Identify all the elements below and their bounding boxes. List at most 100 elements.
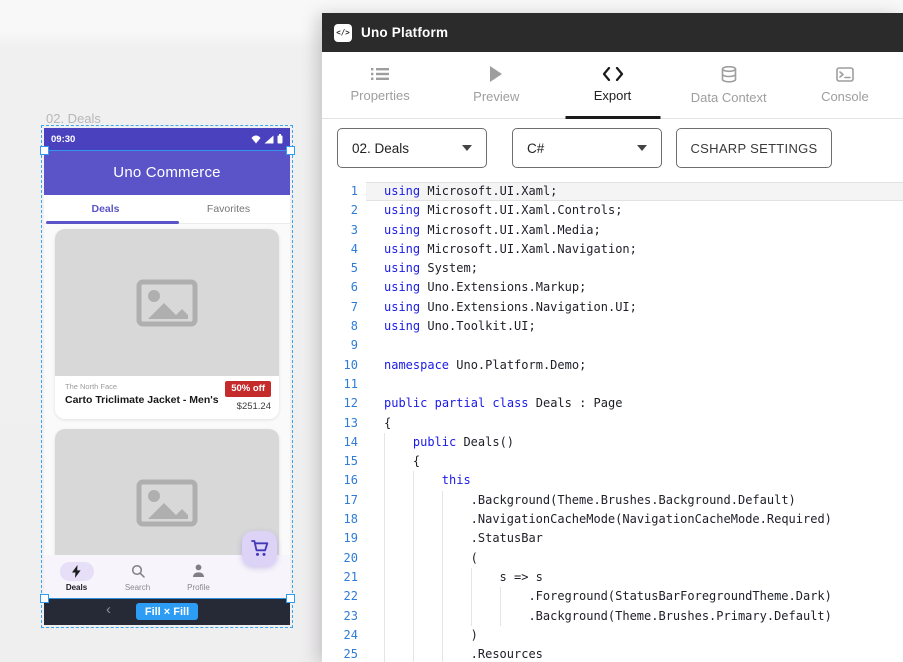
code-line: 16this	[322, 471, 903, 490]
phone-tab-bar: Deals Favorites	[44, 195, 290, 224]
code-text: using System;	[366, 259, 903, 278]
code-text: (	[366, 549, 903, 568]
active-nav-pill	[60, 562, 94, 581]
search-icon	[131, 564, 145, 578]
panel-title: Uno Platform	[361, 25, 448, 40]
code-text: using Uno.Extensions.Navigation.UI;	[366, 298, 903, 317]
product-card[interactable]: The North Face Carto Triclimate Jacket -…	[55, 229, 279, 419]
nav-item-search[interactable]: Search	[107, 562, 168, 592]
code-icon	[602, 67, 624, 81]
code-text: {	[366, 452, 903, 471]
line-number: 16	[322, 471, 366, 490]
product-price: $251.24	[237, 401, 271, 412]
line-number: 19	[322, 529, 366, 548]
database-icon	[721, 66, 737, 83]
nav-item-profile[interactable]: Profile	[168, 562, 229, 592]
code-line: 5using System;	[322, 259, 903, 278]
code-line: 9	[322, 336, 903, 355]
product-image-placeholder	[55, 229, 279, 376]
tab-data-context[interactable]: Data Context	[671, 52, 787, 118]
line-number: 8	[322, 317, 366, 336]
code-text: using Microsoft.UI.Xaml;	[366, 182, 903, 201]
code-lines: 1using Microsoft.UI.Xaml;2using Microsof…	[322, 182, 903, 662]
line-number: 14	[322, 433, 366, 452]
language-select-value: C#	[527, 141, 544, 156]
status-icons	[251, 134, 283, 144]
selection-handle-top-right[interactable]	[286, 146, 295, 155]
artboard-label[interactable]: 02. Deals	[46, 111, 101, 126]
nav-label: Search	[125, 583, 150, 592]
line-number: 4	[322, 240, 366, 259]
line-number: 21	[322, 568, 366, 587]
status-time: 09:30	[51, 134, 75, 145]
line-number: 18	[322, 510, 366, 529]
tool-panel: </> Uno Platform Properties Preview Expo…	[322, 13, 903, 662]
export-controls: 02. Deals C# CSHARP SETTINGS	[322, 119, 903, 180]
line-number: 5	[322, 259, 366, 278]
code-text: using Uno.Extensions.Markup;	[366, 278, 903, 297]
tab-properties[interactable]: Properties	[322, 52, 438, 118]
code-text: using Uno.Toolkit.UI;	[366, 317, 903, 336]
product-info: The North Face Carto Triclimate Jacket -…	[55, 376, 279, 419]
phone-content: The North Face Carto Triclimate Jacket -…	[44, 224, 290, 555]
selection-handle-bottom-left[interactable]	[40, 594, 49, 603]
line-number: 24	[322, 626, 366, 645]
lightning-icon	[72, 565, 81, 578]
selection-handle-top-left[interactable]	[40, 146, 49, 155]
line-number: 22	[322, 587, 366, 606]
code-line: 1using Microsoft.UI.Xaml;	[322, 182, 903, 201]
code-line: 17.Background(Theme.Brushes.Background.D…	[322, 491, 903, 510]
panel-header: </> Uno Platform	[322, 13, 903, 52]
back-chevron-icon[interactable]: ‹	[106, 602, 111, 617]
tab-label: Export	[594, 88, 632, 103]
active-tab-underline	[565, 116, 660, 119]
nav-label: Deals	[66, 583, 87, 592]
code-line: 8using Uno.Toolkit.UI;	[322, 317, 903, 336]
discount-badge: 50% off	[225, 381, 271, 397]
code-text: .Background(Theme.Brushes.Background.Def…	[366, 491, 903, 510]
phone-artboard[interactable]: 09:30 Uno Commerce Deals Favorites The N…	[44, 128, 290, 625]
line-number: 7	[322, 298, 366, 317]
tab-label: Properties	[350, 88, 409, 103]
code-line: 15{	[322, 452, 903, 471]
code-text	[366, 375, 903, 394]
code-line: 23.Background(Theme.Brushes.Primary.Defa…	[322, 607, 903, 626]
tab-deals[interactable]: Deals	[44, 195, 167, 223]
code-text: public Deals()	[366, 433, 903, 452]
line-number: 9	[322, 336, 366, 355]
code-text: using Microsoft.UI.Xaml.Media;	[366, 221, 903, 240]
code-text: .StatusBar	[366, 529, 903, 548]
code-text: namespace Uno.Platform.Demo;	[366, 356, 903, 375]
code-text: .Background(Theme.Brushes.Primary.Defaul…	[366, 607, 903, 626]
code-line: 4using Microsoft.UI.Xaml.Navigation;	[322, 240, 903, 259]
nav-item-deals[interactable]: Deals	[46, 562, 107, 592]
person-icon	[192, 564, 205, 578]
code-text: using Microsoft.UI.Xaml.Controls;	[366, 201, 903, 220]
panel-tab-bar: Properties Preview Export Data Context	[322, 52, 903, 119]
line-number: 13	[322, 414, 366, 433]
code-text: {	[366, 414, 903, 433]
language-select-dropdown[interactable]: C#	[512, 128, 662, 168]
code-editor[interactable]: 1using Microsoft.UI.Xaml;2using Microsof…	[322, 180, 903, 662]
csharp-settings-button[interactable]: CSHARP SETTINGS	[676, 128, 832, 168]
code-text: .NavigationCacheMode(NavigationCacheMode…	[366, 510, 903, 529]
signal-icon	[264, 135, 274, 144]
line-number: 3	[322, 221, 366, 240]
code-text: .Resources	[366, 645, 903, 662]
cart-fab-button[interactable]	[242, 531, 277, 566]
line-number: 1	[322, 182, 366, 201]
tab-console[interactable]: Console	[787, 52, 903, 118]
page-select-dropdown[interactable]: 02. Deals	[337, 128, 487, 168]
line-number: 17	[322, 491, 366, 510]
selection-handle-bottom-right[interactable]	[286, 594, 295, 603]
code-line: 20(	[322, 549, 903, 568]
code-text: this	[366, 471, 903, 490]
tab-export[interactable]: Export	[554, 52, 670, 118]
phone-status-bar: 09:30	[44, 128, 290, 150]
tab-favorites[interactable]: Favorites	[167, 195, 290, 223]
tab-label: Preview	[473, 89, 519, 104]
tab-preview[interactable]: Preview	[438, 52, 554, 118]
size-badge[interactable]: Fill × Fill	[136, 603, 198, 620]
chevron-down-icon	[462, 145, 472, 151]
code-text: )	[366, 626, 903, 645]
